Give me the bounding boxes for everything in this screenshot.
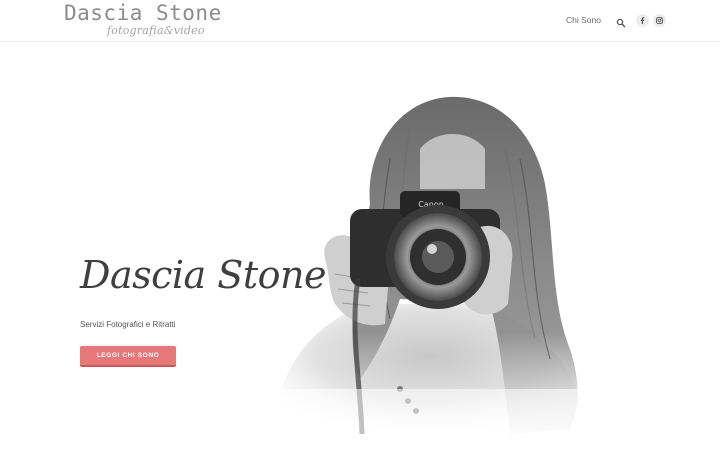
facebook-button[interactable] <box>636 14 649 27</box>
leggi-chi-sono-button[interactable]: LEGGI CHI SONO <box>80 346 176 367</box>
facebook-icon <box>640 17 645 24</box>
instagram-icon <box>656 17 663 24</box>
site-header: Dascia Stone fotografia&video Chi Sono <box>0 0 720 42</box>
nav-link-chi-sono[interactable]: Chi Sono <box>566 15 601 25</box>
hero-title: Dascia Stone <box>80 253 326 297</box>
site-logo[interactable]: Dascia Stone fotografia&video <box>64 1 234 41</box>
instagram-button[interactable] <box>653 14 666 27</box>
logo-title: Dascia Stone <box>64 1 222 25</box>
logo-subtitle: fotografia&video <box>107 24 205 37</box>
search-icon[interactable] <box>616 15 626 28</box>
hero-subtitle: Servizi Fotografici e Ritratti <box>80 320 176 329</box>
hero-section: Canon Dascia Stone Servizi Fotografici e… <box>0 43 720 450</box>
